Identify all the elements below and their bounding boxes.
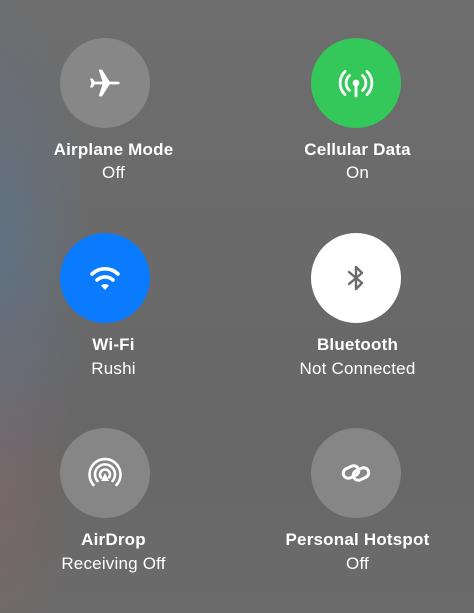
wifi-tile: Wi-Fi Rushi <box>0 196 237 396</box>
wifi-status: Rushi <box>91 359 136 378</box>
bluetooth-icon <box>347 265 364 291</box>
cellular-data-status: On <box>345 163 370 182</box>
airdrop-label: AirDrop <box>81 530 146 549</box>
personal-hotspot-status: Off <box>346 554 369 573</box>
personal-hotspot-tile: Personal Hotspot Off <box>237 392 474 592</box>
airdrop-status: Receiving Off <box>61 554 166 573</box>
antenna-icon <box>338 70 374 98</box>
bluetooth-tile: Bluetooth Not Connected <box>237 196 474 396</box>
airdrop-tile: AirDrop Receiving Off <box>0 392 237 592</box>
wifi-label: Wi-Fi <box>92 335 135 354</box>
cellular-data-label: Cellular Data <box>304 140 411 159</box>
airplane-mode-status: Off <box>102 163 125 182</box>
wifi-button[interactable] <box>60 233 150 323</box>
bluetooth-button[interactable] <box>311 233 401 323</box>
airplane-mode-label: Airplane Mode <box>53 140 174 159</box>
bluetooth-status: Not Connected <box>299 359 416 378</box>
bluetooth-label: Bluetooth <box>316 335 399 354</box>
cellular-data-button[interactable] <box>311 38 401 128</box>
personal-hotspot-label: Personal Hotspot <box>285 530 430 549</box>
airdrop-button[interactable] <box>60 428 150 518</box>
airdrop-icon <box>88 457 122 487</box>
connectivity-panel: Airplane Mode Off Cellular Data On Wi-Fi… <box>0 0 474 613</box>
cellular-data-tile: Cellular Data On <box>237 0 474 200</box>
airplane-icon <box>90 69 120 97</box>
airplane-mode-tile: Airplane Mode Off <box>0 0 237 200</box>
personal-hotspot-button[interactable] <box>311 428 401 518</box>
hotspot-icon <box>341 464 371 482</box>
airplane-mode-button[interactable] <box>60 38 150 128</box>
wifi-icon <box>90 267 120 290</box>
